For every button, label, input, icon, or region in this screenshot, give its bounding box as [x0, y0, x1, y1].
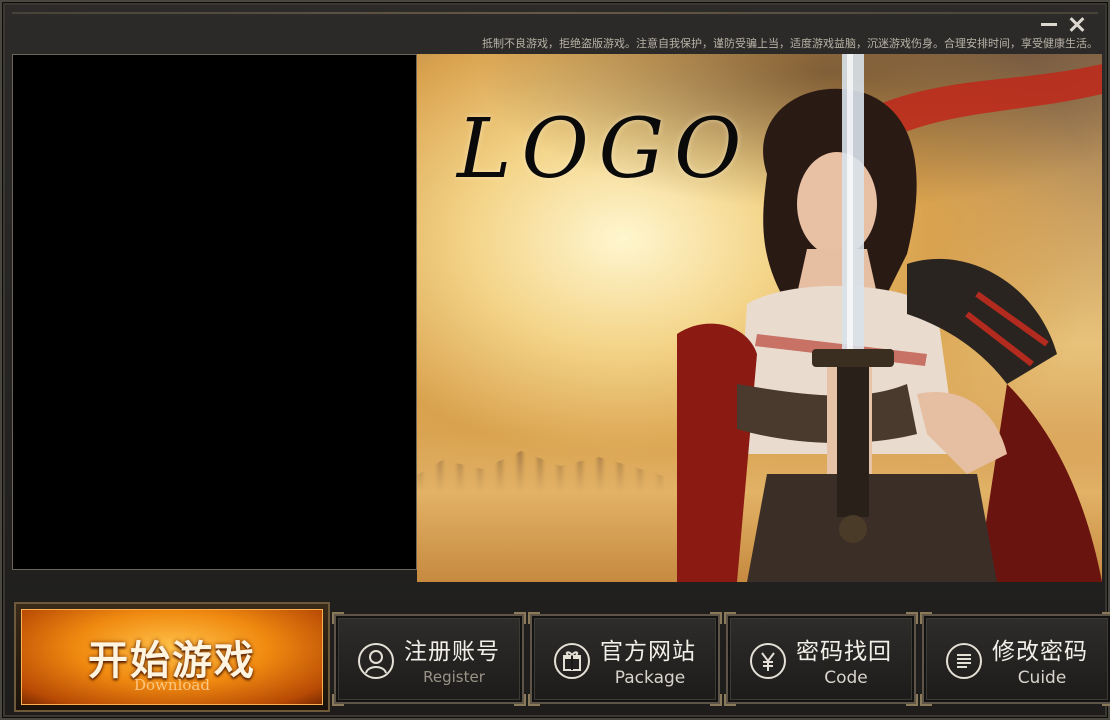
health-notice: 抵制不良游戏，拒绝盗版游戏。注意自我保护，谨防受骗上当，适度游戏益脑，沉迷游戏伤… — [482, 37, 1098, 50]
recover-password-button[interactable]: 密码找回 Code — [724, 612, 918, 706]
minimize-button[interactable] — [1038, 14, 1060, 34]
recover-password-label: 密码找回 — [796, 639, 892, 665]
register-button[interactable]: 注册账号 Register — [332, 612, 526, 706]
register-label: 注册账号 — [404, 639, 500, 665]
document-icon — [946, 643, 982, 679]
register-sublabel: Register — [423, 668, 485, 686]
change-password-button[interactable]: 修改密码 Cuide — [920, 612, 1110, 706]
close-button[interactable] — [1066, 14, 1088, 34]
official-site-button[interactable]: 官方网站 Package — [528, 612, 722, 706]
minimize-icon — [1041, 23, 1057, 26]
recover-password-sublabel: Code — [824, 668, 868, 688]
start-game-face: 开始游戏 Download — [21, 609, 323, 705]
action-bar: 开始游戏 Download 注册账号 Register 官方网站 Package — [12, 592, 1110, 712]
change-password-sublabel: Cuide — [1017, 668, 1067, 688]
banner-image: LOGO — [417, 54, 1102, 582]
start-game-button[interactable]: 开始游戏 Download — [14, 602, 330, 712]
user-icon — [358, 643, 394, 679]
gift-icon — [554, 643, 590, 679]
yen-icon — [750, 643, 786, 679]
game-logo: LOGO — [457, 102, 752, 197]
launcher-window: 抵制不良游戏，拒绝盗版游戏。注意自我保护，谨防受骗上当，适度游戏益脑，沉迷游戏伤… — [0, 0, 1110, 720]
start-game-sublabel: Download — [134, 676, 210, 694]
official-site-label: 官方网站 — [600, 639, 696, 665]
official-site-sublabel: Package — [614, 668, 686, 688]
top-divider — [12, 12, 1098, 14]
video-panel — [12, 54, 417, 570]
change-password-label: 修改密码 — [992, 639, 1088, 665]
